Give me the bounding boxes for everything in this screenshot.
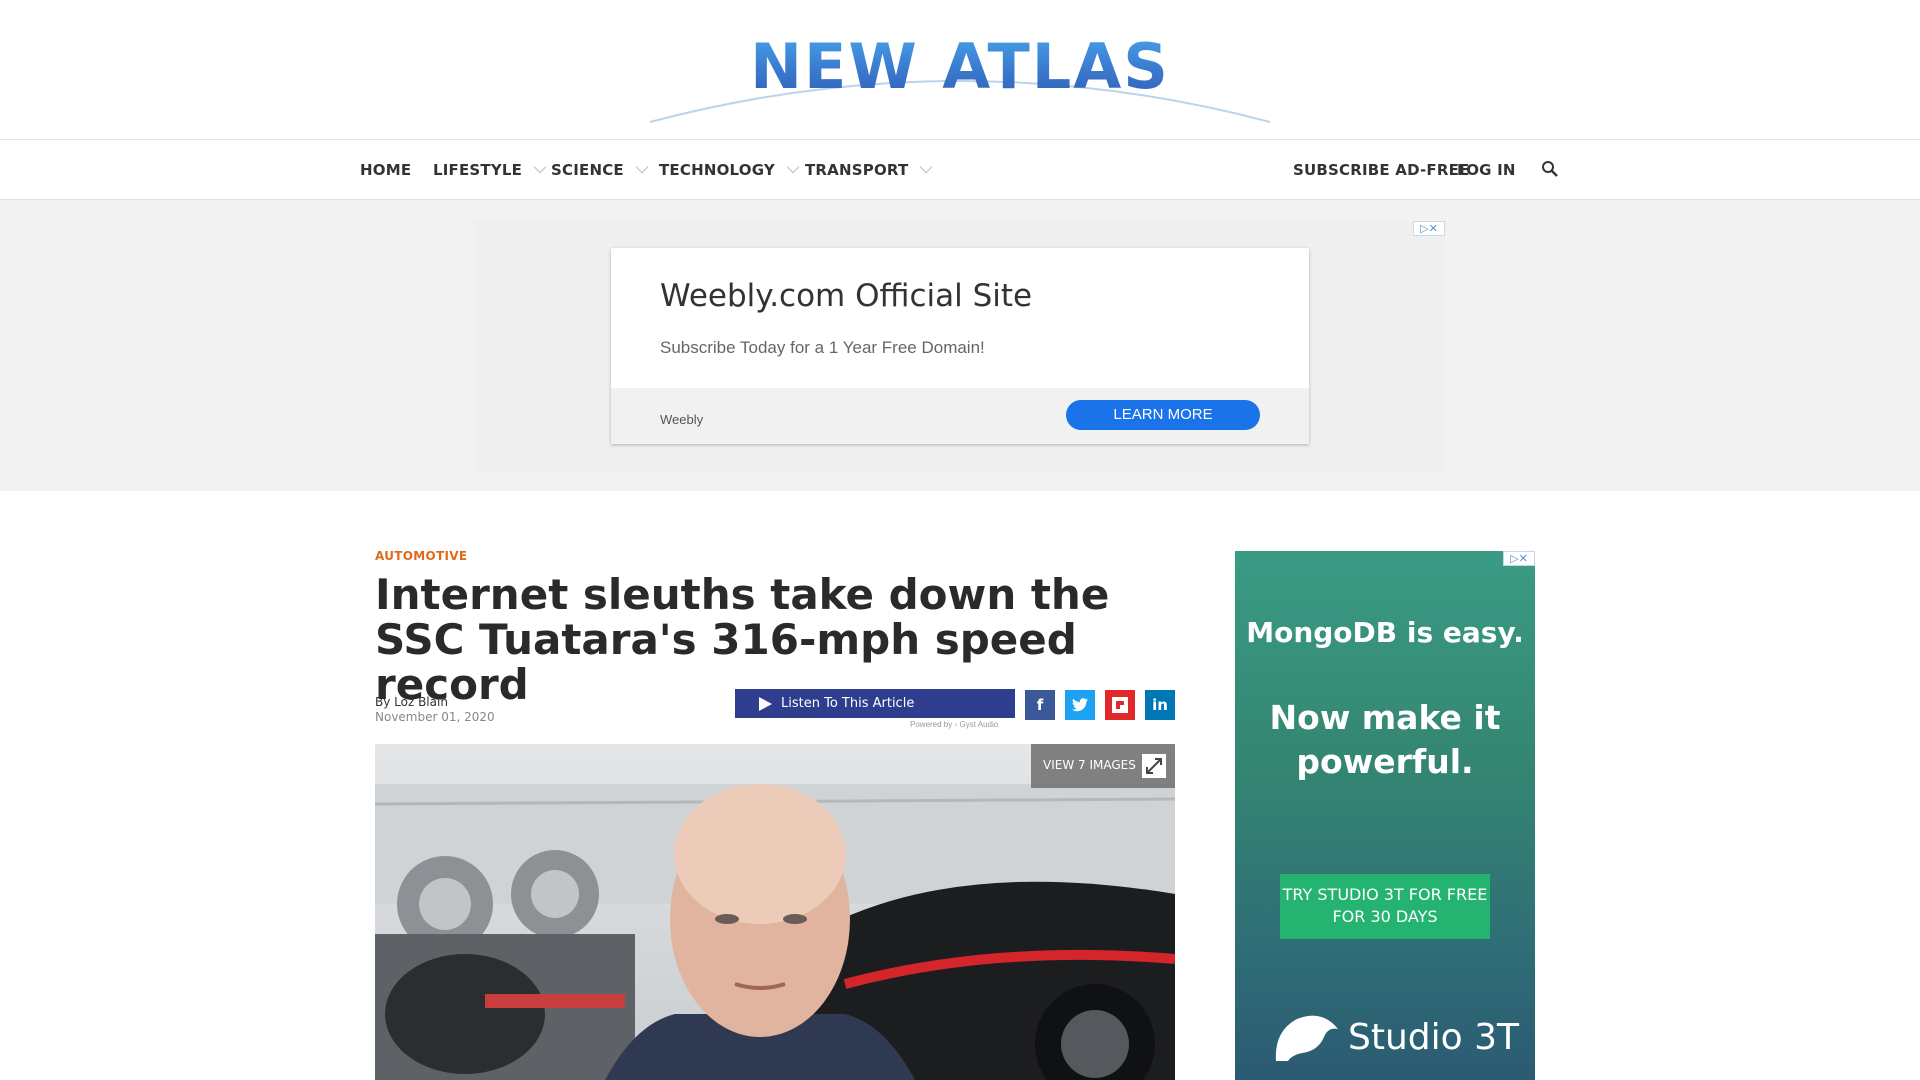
ad-footer: Weebly LEARN MORE [611,388,1309,444]
facebook-share-button[interactable]: f [1025,690,1055,720]
ad-title[interactable]: Weebly.com Official Site [660,278,1032,314]
chevron-down-icon [920,160,933,174]
twitter-icon [1072,698,1088,712]
article-headline: Internet sleuths take down the SSC Tuata… [375,570,1110,709]
article-hero-image[interactable] [375,744,1175,1080]
main-nav: HOME LIFESTYLE SCIENCE TECHNOLOGY TRANSP… [0,139,1920,200]
chevron-down-icon [533,160,547,174]
chevron-down-icon [635,160,649,174]
top-ad-card[interactable]: Weebly.com Official Site Subscribe Today… [611,248,1309,444]
nav-item-technology[interactable]: TECHNOLOGY [659,140,800,200]
subscribe-link[interactable]: SUBSCRIBE AD-FREE [1293,140,1470,200]
expand-icon [1142,754,1166,778]
side-ad-brand: Studio 3T [1348,1017,1519,1058]
view-images-label: VIEW 7 IMAGES [1043,758,1136,772]
adchoices-icon[interactable]: ▷✕ [1503,551,1535,566]
side-ad-cta-button[interactable]: TRY STUDIO 3T FOR FREE FOR 30 DAYS [1280,874,1490,939]
article-category[interactable]: AUTOMOTIVE [375,549,467,563]
powered-by-text: Powered by ◦ Gyst Audio [910,720,999,729]
twitter-share-button[interactable] [1065,690,1095,720]
site-logo[interactable]: NEW ATLAS [0,30,1920,103]
search-icon[interactable] [1541,160,1559,178]
side-ad-line1: MongoDB is easy. [1246,616,1524,649]
hero-photo [375,744,1175,1080]
login-link[interactable]: LOG IN [1457,140,1516,200]
play-icon [759,697,772,711]
article-date: November 01, 2020 [375,710,495,724]
adchoices-icon[interactable]: ▷✕ [1413,221,1445,236]
nav-item-science[interactable]: SCIENCE [551,140,649,200]
article-byline[interactable]: By Loz Blain [375,695,448,709]
listen-label: Listen To This Article [781,696,915,711]
linkedin-icon: in [1152,696,1168,714]
nav-item-lifestyle[interactable]: LIFESTYLE [433,140,547,200]
side-ad-line2: Now make it powerful. [1269,698,1501,781]
ad-brand: Weebly [660,412,704,427]
studio3t-logo-icon [1275,1015,1338,1061]
listen-article-button[interactable]: Listen To This Article [735,689,1015,718]
side-ad[interactable]: MongoDB is easy. Now make it powerful. T… [1235,551,1535,1080]
site-header: NEW ATLAS [0,0,1920,139]
ad-subtitle: Subscribe Today for a 1 Year Free Domain… [660,338,985,357]
linkedin-share-button[interactable]: in [1145,690,1175,720]
learn-more-button[interactable]: LEARN MORE [1066,400,1260,430]
view-images-button[interactable]: VIEW 7 IMAGES [1031,744,1175,788]
chevron-down-icon [786,160,800,174]
nav-item-home[interactable]: HOME [360,140,411,200]
facebook-icon: f [1036,696,1044,714]
nav-item-transport[interactable]: TRANSPORT [805,140,933,200]
flipboard-icon [1112,697,1128,713]
flipboard-share-button[interactable] [1105,690,1135,720]
